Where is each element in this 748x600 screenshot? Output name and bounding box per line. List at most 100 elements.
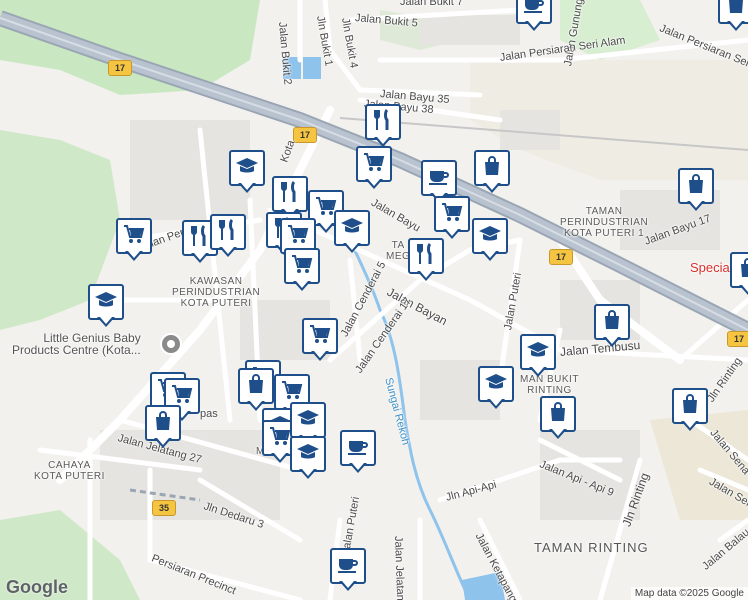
- poi-pin-school-icon[interactable]: [88, 284, 124, 328]
- poi-pin-shopping-bag-icon[interactable]: [145, 405, 181, 449]
- poi-pin-shopping-cart-icon[interactable]: [434, 196, 470, 240]
- restaurant-icon: [371, 108, 395, 137]
- poi-pin-school-icon[interactable]: [334, 210, 370, 254]
- shopping-bag-icon: [684, 172, 708, 201]
- poi-label-special[interactable]: Specia: [690, 261, 730, 274]
- route-shield-17: 17: [727, 331, 748, 347]
- school-icon: [478, 222, 502, 251]
- poi-pin-box: [540, 396, 576, 432]
- shopping-bag-icon: [736, 256, 748, 285]
- area-label-line: MEG: [386, 251, 411, 262]
- poi-pin-school-icon[interactable]: [290, 436, 326, 480]
- coffee-icon: [427, 164, 451, 193]
- shopping-bag-icon: [678, 392, 702, 421]
- poi-pin-box: [356, 146, 392, 182]
- area-label-line: PERINDUSTRIAN: [172, 287, 261, 298]
- google-logo-text: Google: [6, 577, 68, 597]
- poi-pin-box: [145, 405, 181, 441]
- poi-pin-box: [421, 160, 457, 196]
- poi-pin-shopping-bag-icon[interactable]: [672, 388, 708, 432]
- poi-pin-box: [472, 218, 508, 254]
- area-label-cahaya: CAHAYA KOTA PUTERI: [34, 460, 105, 482]
- school-icon: [296, 440, 320, 469]
- area-label-line: KOTA PUTERI: [34, 471, 105, 482]
- shopping-cart-icon: [268, 424, 292, 453]
- road-label: Jalan Bukit 7: [400, 0, 463, 8]
- coffee-icon: [346, 434, 370, 463]
- poi-pin-box: [678, 168, 714, 204]
- shopping-cart-icon: [362, 150, 386, 179]
- poi-pin-school-icon[interactable]: [478, 366, 514, 410]
- poi-pin-shopping-bag-icon[interactable]: [718, 0, 748, 32]
- poi-pin-box: [594, 304, 630, 340]
- poi-pin-restaurant-icon[interactable]: [210, 214, 246, 258]
- road-label: pas: [200, 408, 218, 420]
- school-icon: [340, 214, 364, 243]
- poi-pin-box: [330, 548, 366, 584]
- poi-pin-school-icon[interactable]: [520, 334, 556, 378]
- poi-pin-coffee-icon[interactable]: [340, 430, 376, 474]
- poi-pin-box: [272, 176, 308, 212]
- map-attribution[interactable]: Map data ©2025 Google: [630, 587, 748, 600]
- poi-pin-box: [116, 218, 152, 254]
- poi-pin-box: [408, 238, 444, 274]
- poi-pin-box: [520, 334, 556, 370]
- shopping-cart-icon: [286, 222, 310, 251]
- shopping-bag-icon: [244, 372, 268, 401]
- poi-pin-box: [88, 284, 124, 320]
- coffee-icon: [336, 552, 360, 581]
- poi-pin-coffee-icon[interactable]: [516, 0, 552, 32]
- route-shield-35: 35: [152, 500, 176, 516]
- school-icon: [484, 370, 508, 399]
- shopping-cart-icon: [290, 252, 314, 281]
- area-label-taman-meg: TA MEG: [386, 240, 410, 262]
- restaurant-icon: [278, 180, 302, 209]
- poi-pin-box: [238, 368, 274, 404]
- restaurant-icon: [216, 218, 240, 247]
- poi-pin-shopping-bag-icon[interactable]: [540, 396, 576, 440]
- poi-pin-box: [210, 214, 246, 250]
- area-label-line: KOTA PUTERI: [180, 298, 252, 309]
- poi-pin-box: [365, 104, 401, 140]
- place-marker-icon[interactable]: [160, 333, 182, 355]
- shopping-cart-icon: [122, 222, 146, 251]
- poi-pin-box: [672, 388, 708, 424]
- poi-label-little-genius[interactable]: Little Genius Baby Products Centre (Kota…: [12, 332, 141, 356]
- area-label-line: KOTA PUTERI 1: [563, 228, 645, 239]
- map-canvas[interactable]: 17 17 17 17 35 Jalan Bukit 2 Jln Bukit 1…: [0, 0, 748, 600]
- route-shield-17: 17: [549, 249, 573, 265]
- poi-pin-box: [290, 402, 326, 438]
- school-icon: [94, 288, 118, 317]
- poi-pin-restaurant-icon[interactable]: [408, 238, 444, 282]
- poi-pin-box: [474, 150, 510, 186]
- area-label-line: TA: [391, 240, 405, 251]
- poi-pin-box: [340, 430, 376, 466]
- poi-pin-box: [290, 436, 326, 472]
- route-shield-17: 17: [293, 127, 317, 143]
- shopping-bag-icon: [600, 308, 624, 337]
- poi-pin-shopping-bag-icon[interactable]: [730, 252, 748, 296]
- poi-pin-coffee-icon[interactable]: [330, 548, 366, 592]
- restaurant-icon: [414, 242, 438, 271]
- shopping-bag-icon: [546, 400, 570, 429]
- poi-pin-school-icon[interactable]: [472, 218, 508, 262]
- area-label-kawasan: KAWASAN PERINDUSTRIAN KOTA PUTERI: [172, 276, 260, 309]
- poi-pin-box: [478, 366, 514, 402]
- poi-pin-shopping-cart-icon[interactable]: [284, 248, 320, 292]
- poi-pin-shopping-bag-icon[interactable]: [238, 368, 274, 412]
- poi-pin-box: [334, 210, 370, 246]
- poi-pin-shopping-cart-icon[interactable]: [356, 146, 392, 190]
- poi-pin-school-icon[interactable]: [229, 150, 265, 194]
- poi-pin-shopping-bag-icon[interactable]: [678, 168, 714, 212]
- google-logo: Google: [6, 577, 68, 598]
- poi-pin-shopping-bag-icon[interactable]: [594, 304, 630, 348]
- poi-pin-shopping-bag-icon[interactable]: [474, 150, 510, 194]
- poi-pin-shopping-cart-icon[interactable]: [302, 318, 338, 362]
- poi-pin-restaurant-icon[interactable]: [365, 104, 401, 148]
- poi-pin-box: [434, 196, 470, 232]
- coffee-icon: [522, 0, 546, 21]
- area-label-line: CAHAYA: [48, 460, 91, 471]
- shopping-cart-icon: [308, 322, 332, 351]
- poi-pin-shopping-cart-icon[interactable]: [116, 218, 152, 262]
- poi-pin-box: [284, 248, 320, 284]
